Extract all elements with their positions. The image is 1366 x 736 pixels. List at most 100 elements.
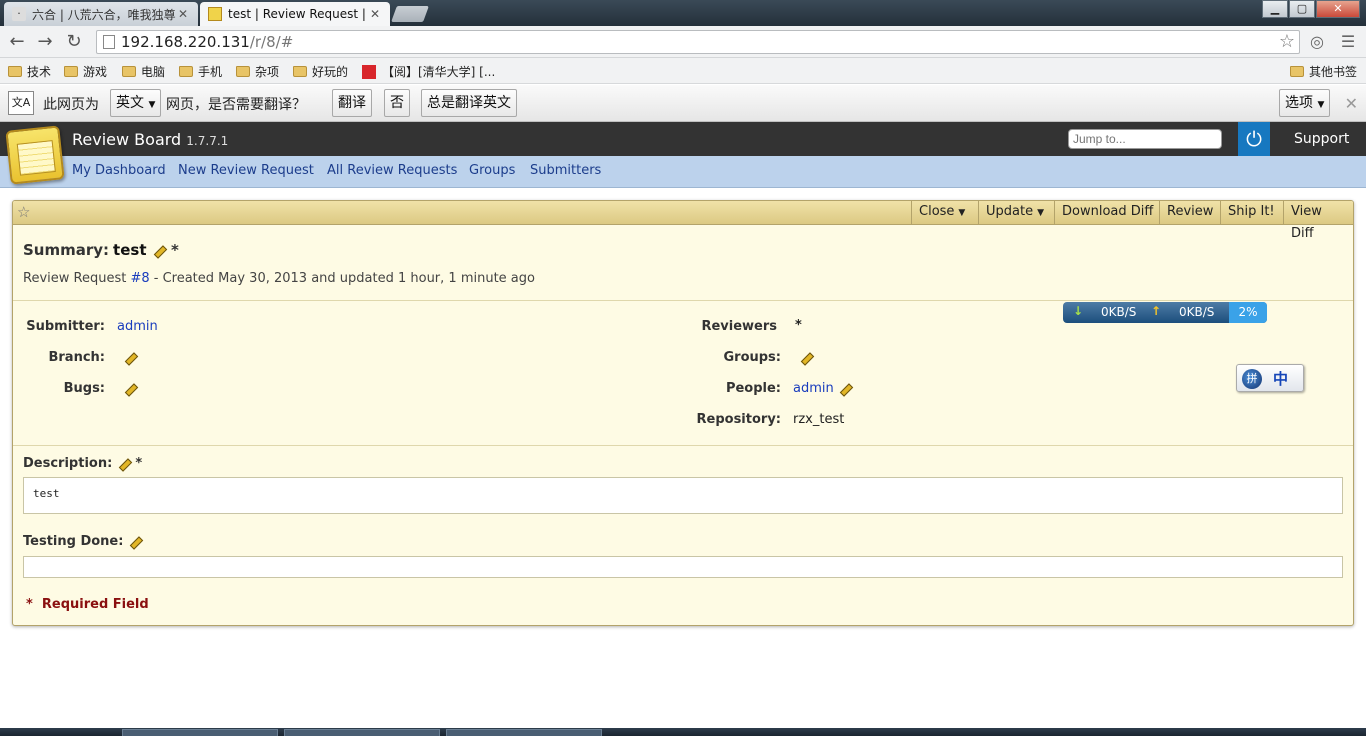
chevron-down-icon: ▼ bbox=[148, 100, 156, 110]
nav-new-review-request[interactable]: New Review Request bbox=[178, 163, 314, 178]
folder-icon bbox=[1290, 66, 1304, 77]
window-controls: ▁ ▢ ✕ bbox=[1261, 0, 1360, 18]
menu-icon[interactable]: ☰ bbox=[1338, 32, 1358, 52]
close-action[interactable]: Close ▼ bbox=[911, 201, 972, 224]
people-value: admin bbox=[793, 381, 852, 396]
edit-pencil-icon[interactable] bbox=[799, 352, 813, 364]
jump-to-input[interactable] bbox=[1068, 129, 1222, 149]
bookmark-folder[interactable]: 游戏 bbox=[64, 63, 107, 80]
back-arrow-icon[interactable]: ← bbox=[6, 31, 28, 53]
ime-mode[interactable]: 中 bbox=[1273, 368, 1288, 389]
url-text: 192.168.220.131/r/8/# bbox=[121, 33, 294, 51]
edit-pencil-icon[interactable] bbox=[123, 383, 137, 395]
translate-bar: 文A 此网页为 英文 ▼ 网页，是否需要翻译？ 翻译 否 总是翻译英文 选项 ▼… bbox=[0, 85, 1366, 122]
review-request-actions: ☆ Close ▼ Update ▼ Download Diff Review Sh… bbox=[13, 201, 1353, 241]
ship-it-action[interactable]: Ship It! bbox=[1220, 201, 1282, 224]
bookmark-folder[interactable]: 手机 bbox=[179, 63, 222, 80]
site-title[interactable]: Review Board 1.7.7.1 bbox=[72, 130, 228, 149]
download-diff-action[interactable]: Download Diff bbox=[1054, 201, 1160, 224]
submitter-value: admin bbox=[117, 319, 158, 334]
divider bbox=[13, 300, 1353, 301]
edit-pencil-icon[interactable] bbox=[152, 245, 166, 257]
os-taskbar bbox=[0, 728, 1366, 736]
folder-icon bbox=[8, 66, 22, 77]
address-bar[interactable]: 192.168.220.131/r/8/# ☆ bbox=[96, 30, 1300, 54]
site-favicon-icon: · bbox=[12, 7, 26, 21]
taskbar-item[interactable] bbox=[284, 729, 440, 736]
nav-groups[interactable]: Groups bbox=[469, 163, 515, 178]
translate-icon: 文A bbox=[8, 91, 34, 115]
always-translate-button[interactable]: 总是翻译英文 bbox=[421, 89, 517, 117]
close-icon[interactable]: ✕ bbox=[1345, 94, 1358, 113]
star-icon[interactable]: ☆ bbox=[17, 203, 30, 221]
summary-value: test bbox=[113, 241, 147, 259]
review-action[interactable]: Review bbox=[1159, 201, 1220, 224]
bookmark-link[interactable]: 【阅】[清华大学] [... bbox=[362, 63, 495, 80]
no-translate-button[interactable]: 否 bbox=[384, 89, 410, 117]
repository-value: rzx_test bbox=[793, 412, 845, 427]
taskbar-item[interactable] bbox=[446, 729, 602, 736]
review-board-logo[interactable] bbox=[5, 125, 65, 185]
people-link[interactable]: admin bbox=[793, 381, 834, 396]
site-header: Review Board 1.7.7.1 ⏻ Support bbox=[0, 122, 1366, 156]
network-monitor-widget[interactable]: ↓ 0KB/S ↑ 0KB/S 2% bbox=[1063, 302, 1267, 323]
submitter-link[interactable]: admin bbox=[117, 319, 158, 334]
bookmark-folder[interactable]: 技术 bbox=[8, 63, 51, 80]
required-field-note: * Required Field bbox=[26, 597, 149, 612]
view-diff-action[interactable]: View Diff bbox=[1283, 201, 1353, 241]
usage-percent: 2% bbox=[1229, 302, 1267, 323]
request-id-link[interactable]: #8 bbox=[130, 271, 149, 286]
request-meta: Review Request #8 - Created May 30, 2013… bbox=[23, 271, 535, 286]
testing-done-label: Testing Done: bbox=[23, 534, 142, 549]
repository-label: Repository: bbox=[696, 412, 782, 427]
taskbar-item[interactable] bbox=[122, 729, 278, 736]
edit-pencil-icon[interactable] bbox=[838, 383, 852, 395]
close-window-button[interactable]: ✕ bbox=[1316, 0, 1360, 18]
chevron-down-icon: ▼ bbox=[1037, 208, 1045, 218]
ime-toolbar[interactable]: 拼 中 bbox=[1236, 364, 1304, 392]
folder-icon bbox=[293, 66, 307, 77]
testing-done-text[interactable] bbox=[23, 556, 1343, 578]
translate-button[interactable]: 翻译 bbox=[332, 89, 372, 117]
folder-icon bbox=[179, 66, 193, 77]
bookmark-folder[interactable]: 杂项 bbox=[236, 63, 279, 80]
groups-label: Groups: bbox=[723, 350, 781, 365]
review-request-box: ☆ Close ▼ Update ▼ Download Diff Review Sh… bbox=[12, 200, 1354, 626]
nav-all-review-requests[interactable]: All Review Requests bbox=[327, 163, 457, 178]
browser-toolbar: ← → ↻ 192.168.220.131/r/8/# ☆ ◎ ☰ bbox=[0, 26, 1366, 58]
other-bookmarks-folder[interactable]: 其他书签 bbox=[1290, 63, 1357, 80]
bugs-value bbox=[123, 381, 137, 396]
bookmark-folder[interactable]: 好玩的 bbox=[293, 63, 348, 80]
reviewers-required: * bbox=[795, 318, 802, 333]
support-link[interactable]: Support bbox=[1294, 131, 1349, 147]
nav-submitters[interactable]: Submitters bbox=[530, 163, 601, 178]
tab-active[interactable]: test | Review Request | Review Board ✕ bbox=[200, 2, 390, 26]
edit-pencil-icon[interactable] bbox=[117, 458, 131, 470]
edit-pencil-icon[interactable] bbox=[123, 352, 137, 364]
tab-inactive[interactable]: · 六合 | 八荒六合，唯我独尊 ✕ bbox=[4, 2, 198, 26]
folder-icon bbox=[122, 66, 136, 77]
nav-my-dashboard[interactable]: My Dashboard bbox=[72, 163, 166, 178]
options-button[interactable]: 选项 ▼ bbox=[1279, 89, 1331, 117]
power-icon[interactable]: ⏻ bbox=[1238, 122, 1270, 156]
update-action[interactable]: Update ▼ bbox=[978, 201, 1051, 224]
bookmark-folder[interactable]: 电脑 bbox=[122, 63, 165, 80]
reload-icon[interactable]: ↻ bbox=[63, 31, 85, 53]
maximize-button[interactable]: ▢ bbox=[1289, 0, 1315, 18]
tab-close-icon[interactable]: ✕ bbox=[176, 7, 190, 21]
description-text[interactable]: test bbox=[23, 477, 1343, 514]
minimize-button[interactable]: ▁ bbox=[1262, 0, 1288, 18]
edit-pencil-icon[interactable] bbox=[128, 536, 142, 548]
tab-title: 六合 | 八荒六合，唯我独尊 bbox=[32, 7, 176, 22]
download-speed: 0KB/S bbox=[1101, 305, 1137, 319]
language-select[interactable]: 英文 ▼ bbox=[110, 89, 162, 117]
extension-icon[interactable]: ◎ bbox=[1307, 32, 1327, 52]
tab-close-icon[interactable]: ✕ bbox=[368, 7, 382, 21]
new-tab-button[interactable] bbox=[391, 6, 429, 22]
divider bbox=[13, 445, 1353, 446]
forward-arrow-icon[interactable]: → bbox=[34, 31, 56, 53]
bugs-label: Bugs: bbox=[63, 381, 105, 396]
groups-value bbox=[799, 350, 813, 365]
bookmark-star-icon[interactable]: ☆ bbox=[1279, 31, 1295, 52]
main-nav: My Dashboard New Review Request All Revi… bbox=[0, 156, 1366, 188]
